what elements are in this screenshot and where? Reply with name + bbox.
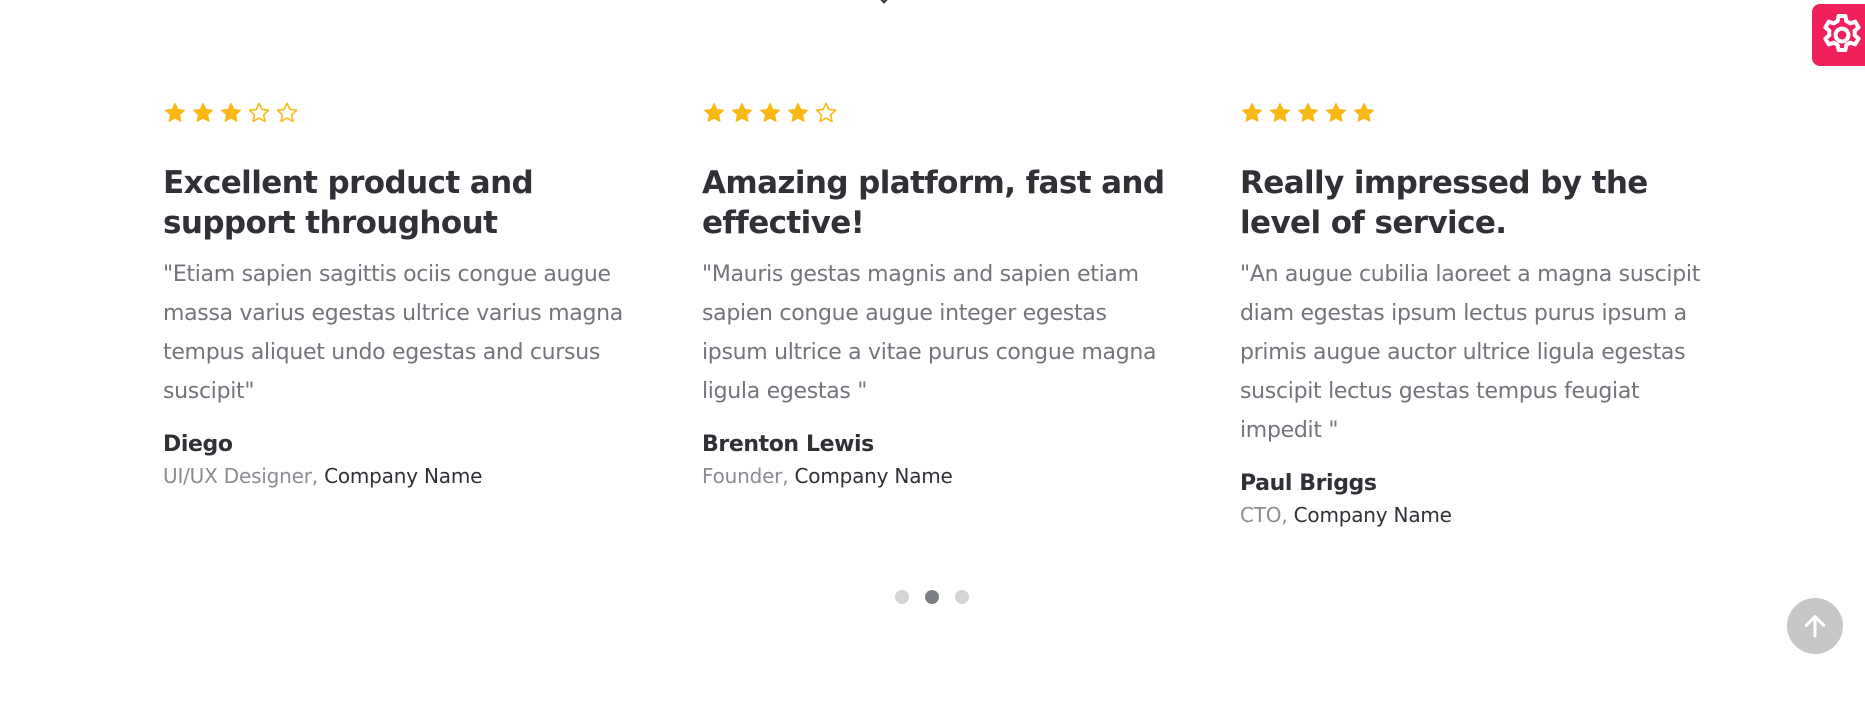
star-rating (163, 100, 633, 126)
author-role-title: UI/UX Designer, (163, 464, 318, 488)
star-outline-icon (815, 102, 837, 123)
author-company: Company Name (1293, 503, 1452, 527)
star-filled-icon (165, 102, 186, 122)
author-name: Diego (163, 432, 233, 457)
author-role-title: CTO, (1240, 503, 1288, 527)
testimonial-title: Really impressed by the level of service… (1240, 165, 1648, 241)
star-rating (1240, 100, 1710, 126)
author-role: UI/UX Designer, Company Name (163, 462, 633, 490)
star-filled-icon (732, 102, 753, 122)
star-filled-icon (193, 102, 214, 122)
chevron-down-icon (878, 0, 890, 4)
star-filled-icon (1242, 102, 1263, 122)
author-role: CTO, Company Name (1240, 501, 1710, 529)
testimonial-card: Excellent product and support throughout… (163, 100, 633, 490)
star-filled-icon (1354, 102, 1375, 122)
star-rating (702, 100, 1172, 126)
testimonial-card: Really impressed by the level of service… (1240, 100, 1710, 529)
testimonial-title: Amazing platform, fast and effective! (702, 165, 1165, 241)
testimonial-title: Excellent product and support throughout (163, 165, 534, 241)
carousel-dot-1[interactable] (895, 590, 909, 604)
settings-button[interactable] (1812, 4, 1865, 66)
star-filled-icon (788, 102, 809, 122)
star-outline-icon (248, 102, 270, 123)
author-role-title: Founder, (702, 464, 789, 488)
testimonial-quote: "Mauris gestas magnis and sapien etiam s… (702, 262, 1157, 404)
star-filled-icon (1298, 102, 1319, 122)
star-filled-icon (1270, 102, 1291, 122)
testimonial-card: Amazing platform, fast and effective! "M… (702, 100, 1172, 490)
star-outline-icon (276, 102, 298, 123)
author-role: Founder, Company Name (702, 462, 1172, 490)
author-name: Paul Briggs (1240, 471, 1377, 496)
star-filled-icon (221, 102, 242, 122)
testimonial-quote: "An augue cubilia laoreet a magna suscip… (1240, 262, 1701, 443)
author-company: Company Name (794, 464, 953, 488)
carousel-pagination (895, 590, 969, 604)
testimonials-section: Excellent product and support throughout… (0, 0, 1865, 709)
carousel-dot-2[interactable] (925, 590, 939, 604)
star-filled-icon (760, 102, 781, 122)
arrow-up-icon (1804, 615, 1826, 638)
gear-icon (1823, 14, 1861, 52)
star-filled-icon (1326, 102, 1347, 122)
author-company: Company Name (324, 464, 483, 488)
testimonial-quote: "Etiam sapien sagittis ociis congue augu… (163, 262, 623, 404)
carousel-dot-3[interactable] (955, 590, 969, 604)
scroll-to-top-button[interactable] (1787, 598, 1843, 654)
author-name: Brenton Lewis (702, 432, 874, 457)
star-filled-icon (704, 102, 725, 122)
